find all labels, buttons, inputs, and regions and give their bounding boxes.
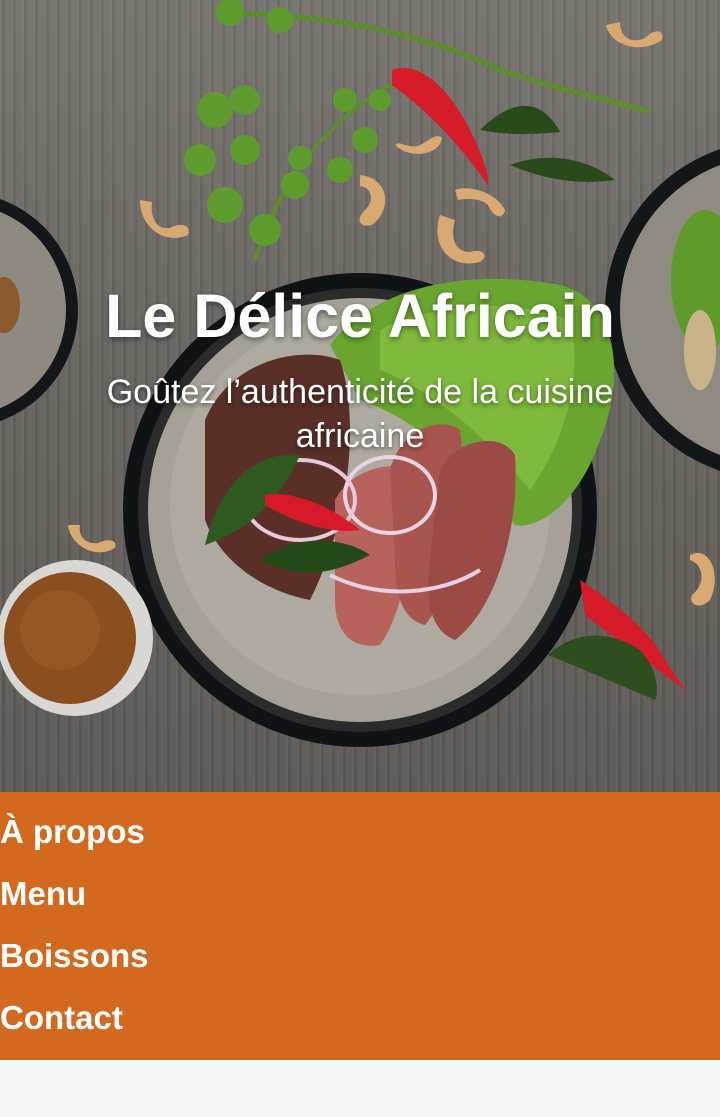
main-navigation: À propos Menu Boissons Contact bbox=[0, 792, 720, 1060]
nav-link-a-propos[interactable]: À propos bbox=[0, 801, 720, 863]
hero-banner: Le Délice Africain Goûtez l’authenticité… bbox=[0, 0, 720, 792]
site-tagline: Goûtez l’authenticité de la cuisine afri… bbox=[106, 373, 614, 455]
nav-link-boissons[interactable]: Boissons bbox=[0, 925, 720, 987]
nav-link-contact[interactable]: Contact bbox=[0, 987, 720, 1049]
site-title: Le Délice Africain bbox=[105, 282, 615, 350]
nav-link-menu[interactable]: Menu bbox=[0, 863, 720, 925]
hero-text-block: Le Délice Africain Goûtez l’authenticité… bbox=[0, 280, 720, 458]
